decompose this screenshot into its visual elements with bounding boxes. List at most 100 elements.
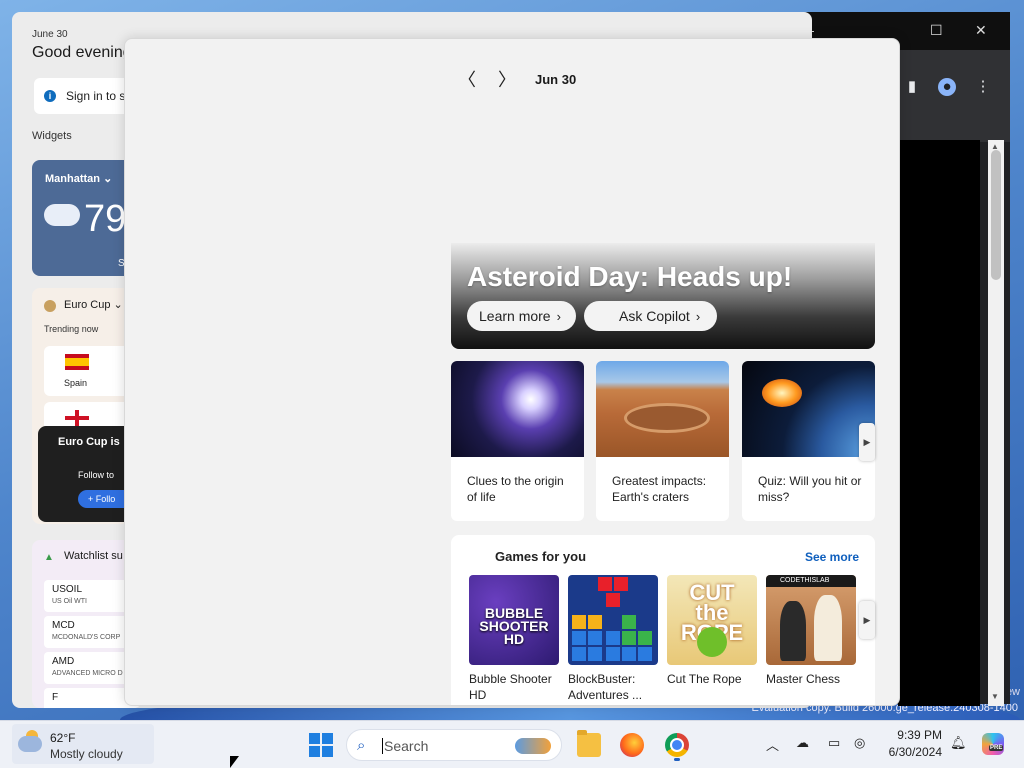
copilot-icon[interactable]: PRE: [982, 733, 1004, 755]
tray-overflow-icon[interactable]: ︿: [766, 735, 779, 754]
story-caption: Clues to the origin of life: [467, 474, 564, 504]
carousel-next-icon[interactable]: ▶: [859, 423, 875, 461]
story-tile[interactable]: Clues to the origin of life: [451, 361, 584, 521]
active-app-indicator: [674, 758, 680, 761]
weather-temp: 62°F: [50, 731, 76, 745]
popup-follow-text: Follow to: [78, 470, 115, 480]
taskbar-search[interactable]: ⌕ Search: [346, 729, 562, 761]
chess-piece-icon: [814, 595, 842, 661]
panel-date: Jun 30: [535, 72, 577, 87]
onedrive-icon[interactable]: ☁: [796, 735, 809, 751]
browser-scrollbar[interactable]: ▲ ▼: [988, 140, 1004, 706]
learn-more-button[interactable]: Learn more ›: [467, 301, 576, 331]
story-tile[interactable]: Greatest impacts: Earth's craters: [596, 361, 729, 521]
soccer-ball-icon: [44, 300, 56, 312]
chart-icon: ▲: [44, 552, 54, 563]
game-art-text: BUBBLE SHOOTER HD: [479, 605, 549, 647]
hero-title: Asteroid Day: Heads up!: [467, 261, 793, 292]
spain-flag-icon: [65, 354, 89, 370]
copilot-badge: PRE: [989, 745, 1004, 751]
stock-name: MCDONALD'S CORP: [52, 634, 121, 641]
ask-copilot-button[interactable]: Ask Copilot ›: [584, 301, 717, 331]
master-chess-thumbnail: CODETHISLAB: [766, 575, 856, 665]
stock-name: ADVANCED MICRO D: [52, 670, 123, 677]
game-name: Cut The Rope: [667, 672, 742, 686]
search-highlight-icon: [515, 738, 551, 754]
team-tile-spain[interactable]: Spain: [44, 346, 130, 396]
stock-symbol: AMD: [52, 656, 75, 667]
taskbar: 62°F Mostly cloudy ⌕ Search ︿ ☁ ▭ ◎ 9:39…: [0, 720, 1024, 768]
england-flag-icon: [65, 410, 89, 426]
game-art-text: CODETHISLAB: [766, 575, 856, 587]
chevron-down-icon: ⌄: [103, 173, 113, 185]
close-button[interactable]: ✕: [975, 22, 987, 39]
next-day-button[interactable]: 〉: [497, 69, 517, 91]
widgets-section-label: Widgets: [32, 130, 72, 142]
sidebar-icon[interactable]: ▮: [903, 78, 921, 96]
stock-name: US Oil WTI: [52, 598, 87, 605]
chevron-right-icon: ›: [556, 309, 561, 324]
bubble-shooter-thumbnail: BUBBLE SHOOTER HD: [469, 575, 559, 665]
game-name: Bubble Shooter HD: [469, 672, 552, 702]
search-icon: ⌕: [357, 737, 366, 754]
euro-cup-title[interactable]: Euro Cup ⌄: [64, 298, 123, 311]
taskbar-weather[interactable]: 62°F Mostly cloudy: [12, 724, 154, 764]
hero-card[interactable]: Asteroid Day: Heads up! Learn more › Ask …: [451, 243, 875, 349]
cut-the-rope-thumbnail: CUT the ROPE: [667, 575, 757, 665]
om-nom-icon: [697, 627, 727, 657]
game-name: Master Chess: [766, 672, 841, 686]
windows-logo-icon: [309, 733, 320, 744]
scrollbar-thumb[interactable]: [991, 150, 1001, 280]
chess-piece-icon: [780, 601, 806, 661]
popup-title: Euro Cup is: [58, 436, 120, 448]
story-caption: Greatest impacts: Earth's craters: [612, 474, 707, 504]
chevron-down-icon: ⌄: [113, 299, 123, 311]
stock-symbol: F: [52, 692, 59, 703]
profile-icon[interactable]: ●: [938, 78, 956, 96]
chrome-icon[interactable]: [665, 733, 689, 757]
signin-text: Sign in to sa: [66, 89, 133, 103]
browser-content: [898, 140, 980, 706]
display-icon[interactable]: ▭: [828, 735, 840, 751]
games-title: Games for you: [495, 549, 587, 564]
crater-image: [596, 361, 729, 457]
notification-bell-icon[interactable]: 🔔︎: [950, 735, 967, 751]
network-icon[interactable]: ◎: [854, 735, 865, 751]
search-placeholder: Search: [382, 738, 429, 754]
cloud-icon: [44, 204, 80, 226]
greeting: Good evening: [32, 44, 132, 61]
clock-date: 6/30/2024: [888, 745, 942, 759]
mouse-cursor-icon: [230, 756, 239, 768]
maximize-button[interactable]: ☐: [930, 22, 943, 39]
game-item[interactable]: BlockBuster: Adventures ...: [568, 575, 658, 703]
team-name: Spain: [64, 378, 88, 388]
cloud-icon: [18, 736, 42, 752]
previous-day-button[interactable]: 〈: [457, 69, 477, 91]
taskbar-clock[interactable]: 9:39 PM 6/30/2024: [882, 727, 942, 761]
file-explorer-icon[interactable]: [577, 730, 601, 757]
menu-icon[interactable]: ⋮: [974, 78, 992, 96]
info-icon: i: [44, 90, 56, 102]
story-tile[interactable]: Quiz: Will you hit or miss?: [742, 361, 875, 521]
firefox-icon[interactable]: [620, 733, 644, 757]
widgets-date: June 30: [32, 29, 68, 40]
meteor-image: [742, 361, 875, 457]
chevron-right-icon: ›: [695, 309, 701, 324]
clock-time: 9:39 PM: [897, 728, 942, 742]
weather-temperature: 79: [84, 198, 127, 240]
start-button[interactable]: [309, 733, 333, 757]
weather-location[interactable]: Manhattan ⌄: [45, 172, 112, 185]
game-item[interactable]: BUBBLE SHOOTER HD Bubble Shooter HD: [469, 575, 559, 703]
game-item[interactable]: CUT the ROPE Cut The Rope: [667, 575, 757, 687]
weather-condition: Mostly cloudy: [50, 747, 123, 761]
trending-label: Trending now: [44, 324, 99, 334]
game-item[interactable]: CODETHISLAB Master Chess: [766, 575, 856, 687]
watchlist-title: Watchlist su: [64, 550, 123, 562]
asteroids-image: [451, 361, 584, 457]
news-panel: 〈 〉 Jun 30 Asteroid Day: Heads up! Learn…: [124, 38, 900, 706]
see-more-link[interactable]: See more: [805, 550, 859, 564]
game-name: BlockBuster: Adventures ...: [568, 672, 643, 702]
stock-symbol: MCD: [52, 620, 75, 631]
scroll-down-icon[interactable]: ▼: [991, 692, 999, 701]
games-next-icon[interactable]: ▶: [859, 601, 875, 639]
